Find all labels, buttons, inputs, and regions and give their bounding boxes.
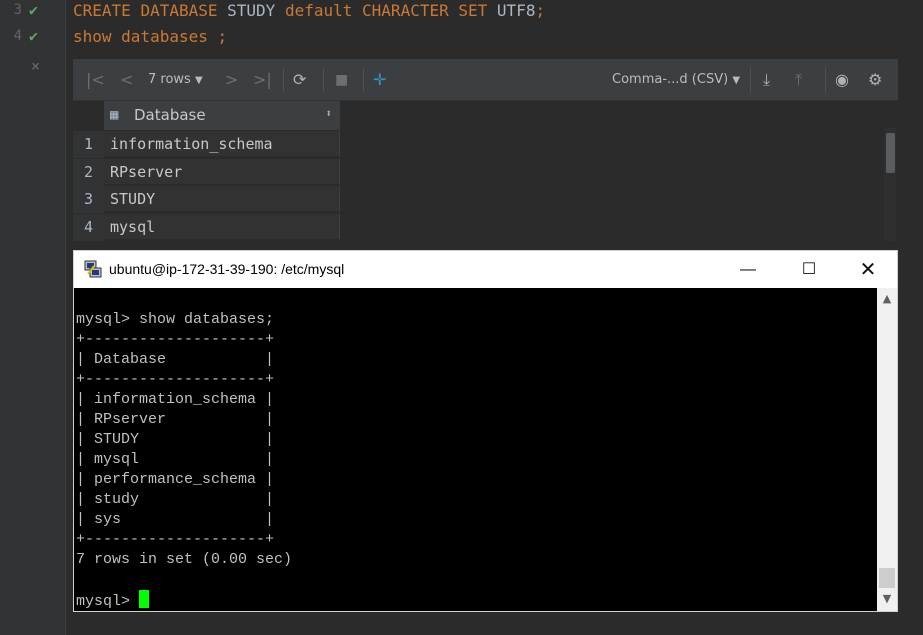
- terminal-line: | performance_schema |: [76, 471, 275, 488]
- upload-icon[interactable]: ⤒: [795, 70, 802, 90]
- close-icon[interactable]: ×: [31, 57, 40, 75]
- row-number: 1: [73, 131, 104, 158]
- column-header-label: Database: [134, 106, 206, 124]
- scroll-up-icon[interactable]: ▲: [877, 290, 897, 308]
- semicolon: ;: [217, 27, 228, 46]
- terminal-line: | Database |: [76, 351, 275, 368]
- toolbar-separator: [363, 68, 364, 92]
- terminal-prompt-line[interactable]: mysql>: [76, 590, 150, 611]
- export-format-dropdown[interactable]: Comma-...d (CSV) ▼: [612, 72, 740, 87]
- row-number: 4: [73, 214, 104, 241]
- terminal-line: | mysql |: [76, 451, 275, 468]
- table-icon: ▦: [110, 107, 119, 123]
- scrollbar-thumb[interactable]: [886, 133, 895, 173]
- terminal-line: +--------------------+: [76, 371, 275, 388]
- line-number: 4: [13, 28, 22, 44]
- chevron-down-icon: ▼: [732, 75, 741, 86]
- check-icon: ✔: [29, 1, 39, 19]
- toolbar-separator: [283, 68, 284, 92]
- terminal-line: 7 rows in set (0.00 sec): [76, 551, 293, 568]
- code-line-3[interactable]: CREATE DATABASE STUDY default CHARACTER …: [73, 1, 545, 20]
- last-page-icon[interactable]: >|: [253, 70, 272, 90]
- table-row[interactable]: 3 STUDY: [73, 186, 341, 213]
- terminal-line: | study |: [76, 491, 275, 508]
- table-row[interactable]: 2 RPserver: [73, 159, 341, 186]
- window-title: ubuntu@ip-172-31-39-190: /etc/mysql: [109, 261, 345, 277]
- terminal-titlebar[interactable]: ubuntu@ip-172-31-39-190: /etc/mysql — ☐ …: [74, 251, 897, 288]
- stop-icon[interactable]: ■: [335, 70, 348, 90]
- rows-count-dropdown[interactable]: 7 rows ▼: [148, 72, 203, 87]
- row-number: 3: [73, 186, 104, 213]
- keyword: SET: [458, 1, 488, 20]
- keyword: DATABASE: [140, 1, 218, 20]
- toolbar-separator: [750, 68, 751, 92]
- identifier: STUDY: [227, 1, 276, 20]
- close-button[interactable]: ✕: [845, 255, 891, 285]
- export-format-label: Comma-...d (CSV): [612, 72, 729, 87]
- terminal-line: +--------------------+: [76, 531, 275, 548]
- table-cell[interactable]: information_schema: [104, 131, 340, 157]
- keyword: databases: [121, 27, 208, 46]
- scroll-down-icon[interactable]: ▼: [877, 590, 897, 608]
- table-cell[interactable]: mysql: [104, 214, 340, 240]
- terminal-line: mysql> show databases;: [76, 311, 275, 328]
- code-line-4[interactable]: show databases ;: [73, 27, 227, 46]
- result-panel: |< < 7 rows ▼ > >| ⟳ ■ ✛ Comma-...d (CSV…: [73, 59, 898, 241]
- gear-icon[interactable]: ⚙: [868, 70, 882, 90]
- putty-icon: [84, 260, 102, 278]
- column-header-database[interactable]: ▦ Database ⬍: [104, 101, 341, 130]
- semicolon: ;: [535, 1, 546, 20]
- download-icon[interactable]: ⤓: [763, 70, 770, 90]
- terminal-line: | STUDY |: [76, 431, 275, 448]
- keyword: CHARACTER: [362, 1, 449, 20]
- identifier: UTF8: [496, 1, 536, 20]
- terminal-line: | sys |: [76, 511, 275, 528]
- grid-scrollbar[interactable]: [884, 128, 896, 241]
- minimize-button[interactable]: —: [725, 255, 771, 285]
- sort-icon[interactable]: ⬍: [325, 107, 332, 120]
- result-grid: ▦ Database ⬍ 1 information_schema 2 RPse…: [73, 101, 885, 241]
- table-cell[interactable]: STUDY: [104, 186, 340, 212]
- editor-gutter: 3 ✔ 4 ✔ ×: [0, 0, 66, 635]
- terminal-line: | information_schema |: [76, 391, 275, 408]
- refresh-icon[interactable]: ⟳: [293, 70, 306, 90]
- line-number: 3: [13, 2, 22, 18]
- result-toolbar: |< < 7 rows ▼ > >| ⟳ ■ ✛ Comma-...d (CSV…: [73, 60, 898, 101]
- previous-page-icon[interactable]: <: [120, 70, 133, 90]
- maximize-button[interactable]: ☐: [786, 255, 832, 285]
- toolbar-separator: [323, 68, 324, 92]
- terminal-line: | RPserver |: [76, 411, 275, 428]
- pin-tab-icon[interactable]: ✛: [373, 70, 386, 90]
- chevron-down-icon: ▼: [194, 75, 203, 86]
- table-row[interactable]: 4 mysql: [73, 214, 341, 241]
- terminal-cursor: [139, 590, 150, 608]
- terminal-window: ubuntu@ip-172-31-39-190: /etc/mysql — ☐ …: [73, 250, 898, 612]
- eye-icon[interactable]: ◉: [835, 70, 849, 90]
- terminal-output[interactable]: mysql> show databases; +----------------…: [74, 288, 877, 611]
- first-page-icon[interactable]: |<: [86, 70, 105, 90]
- terminal-line: +--------------------+: [76, 331, 275, 348]
- rows-count-label: 7 rows: [148, 72, 191, 87]
- terminal-scrollbar[interactable]: ▲ ▼: [877, 288, 897, 611]
- scrollbar-thumb[interactable]: [879, 568, 895, 588]
- keyword: CREATE: [73, 1, 131, 20]
- terminal-prompt: mysql>: [76, 593, 140, 610]
- table-cell[interactable]: RPserver: [104, 159, 340, 185]
- toolbar-separator: [825, 68, 826, 92]
- check-icon: ✔: [29, 27, 39, 45]
- next-page-icon[interactable]: >: [225, 70, 238, 90]
- keyword: default: [284, 1, 353, 20]
- keyword: show: [73, 27, 112, 46]
- table-row[interactable]: 1 information_schema: [73, 131, 341, 158]
- row-number: 2: [73, 159, 104, 186]
